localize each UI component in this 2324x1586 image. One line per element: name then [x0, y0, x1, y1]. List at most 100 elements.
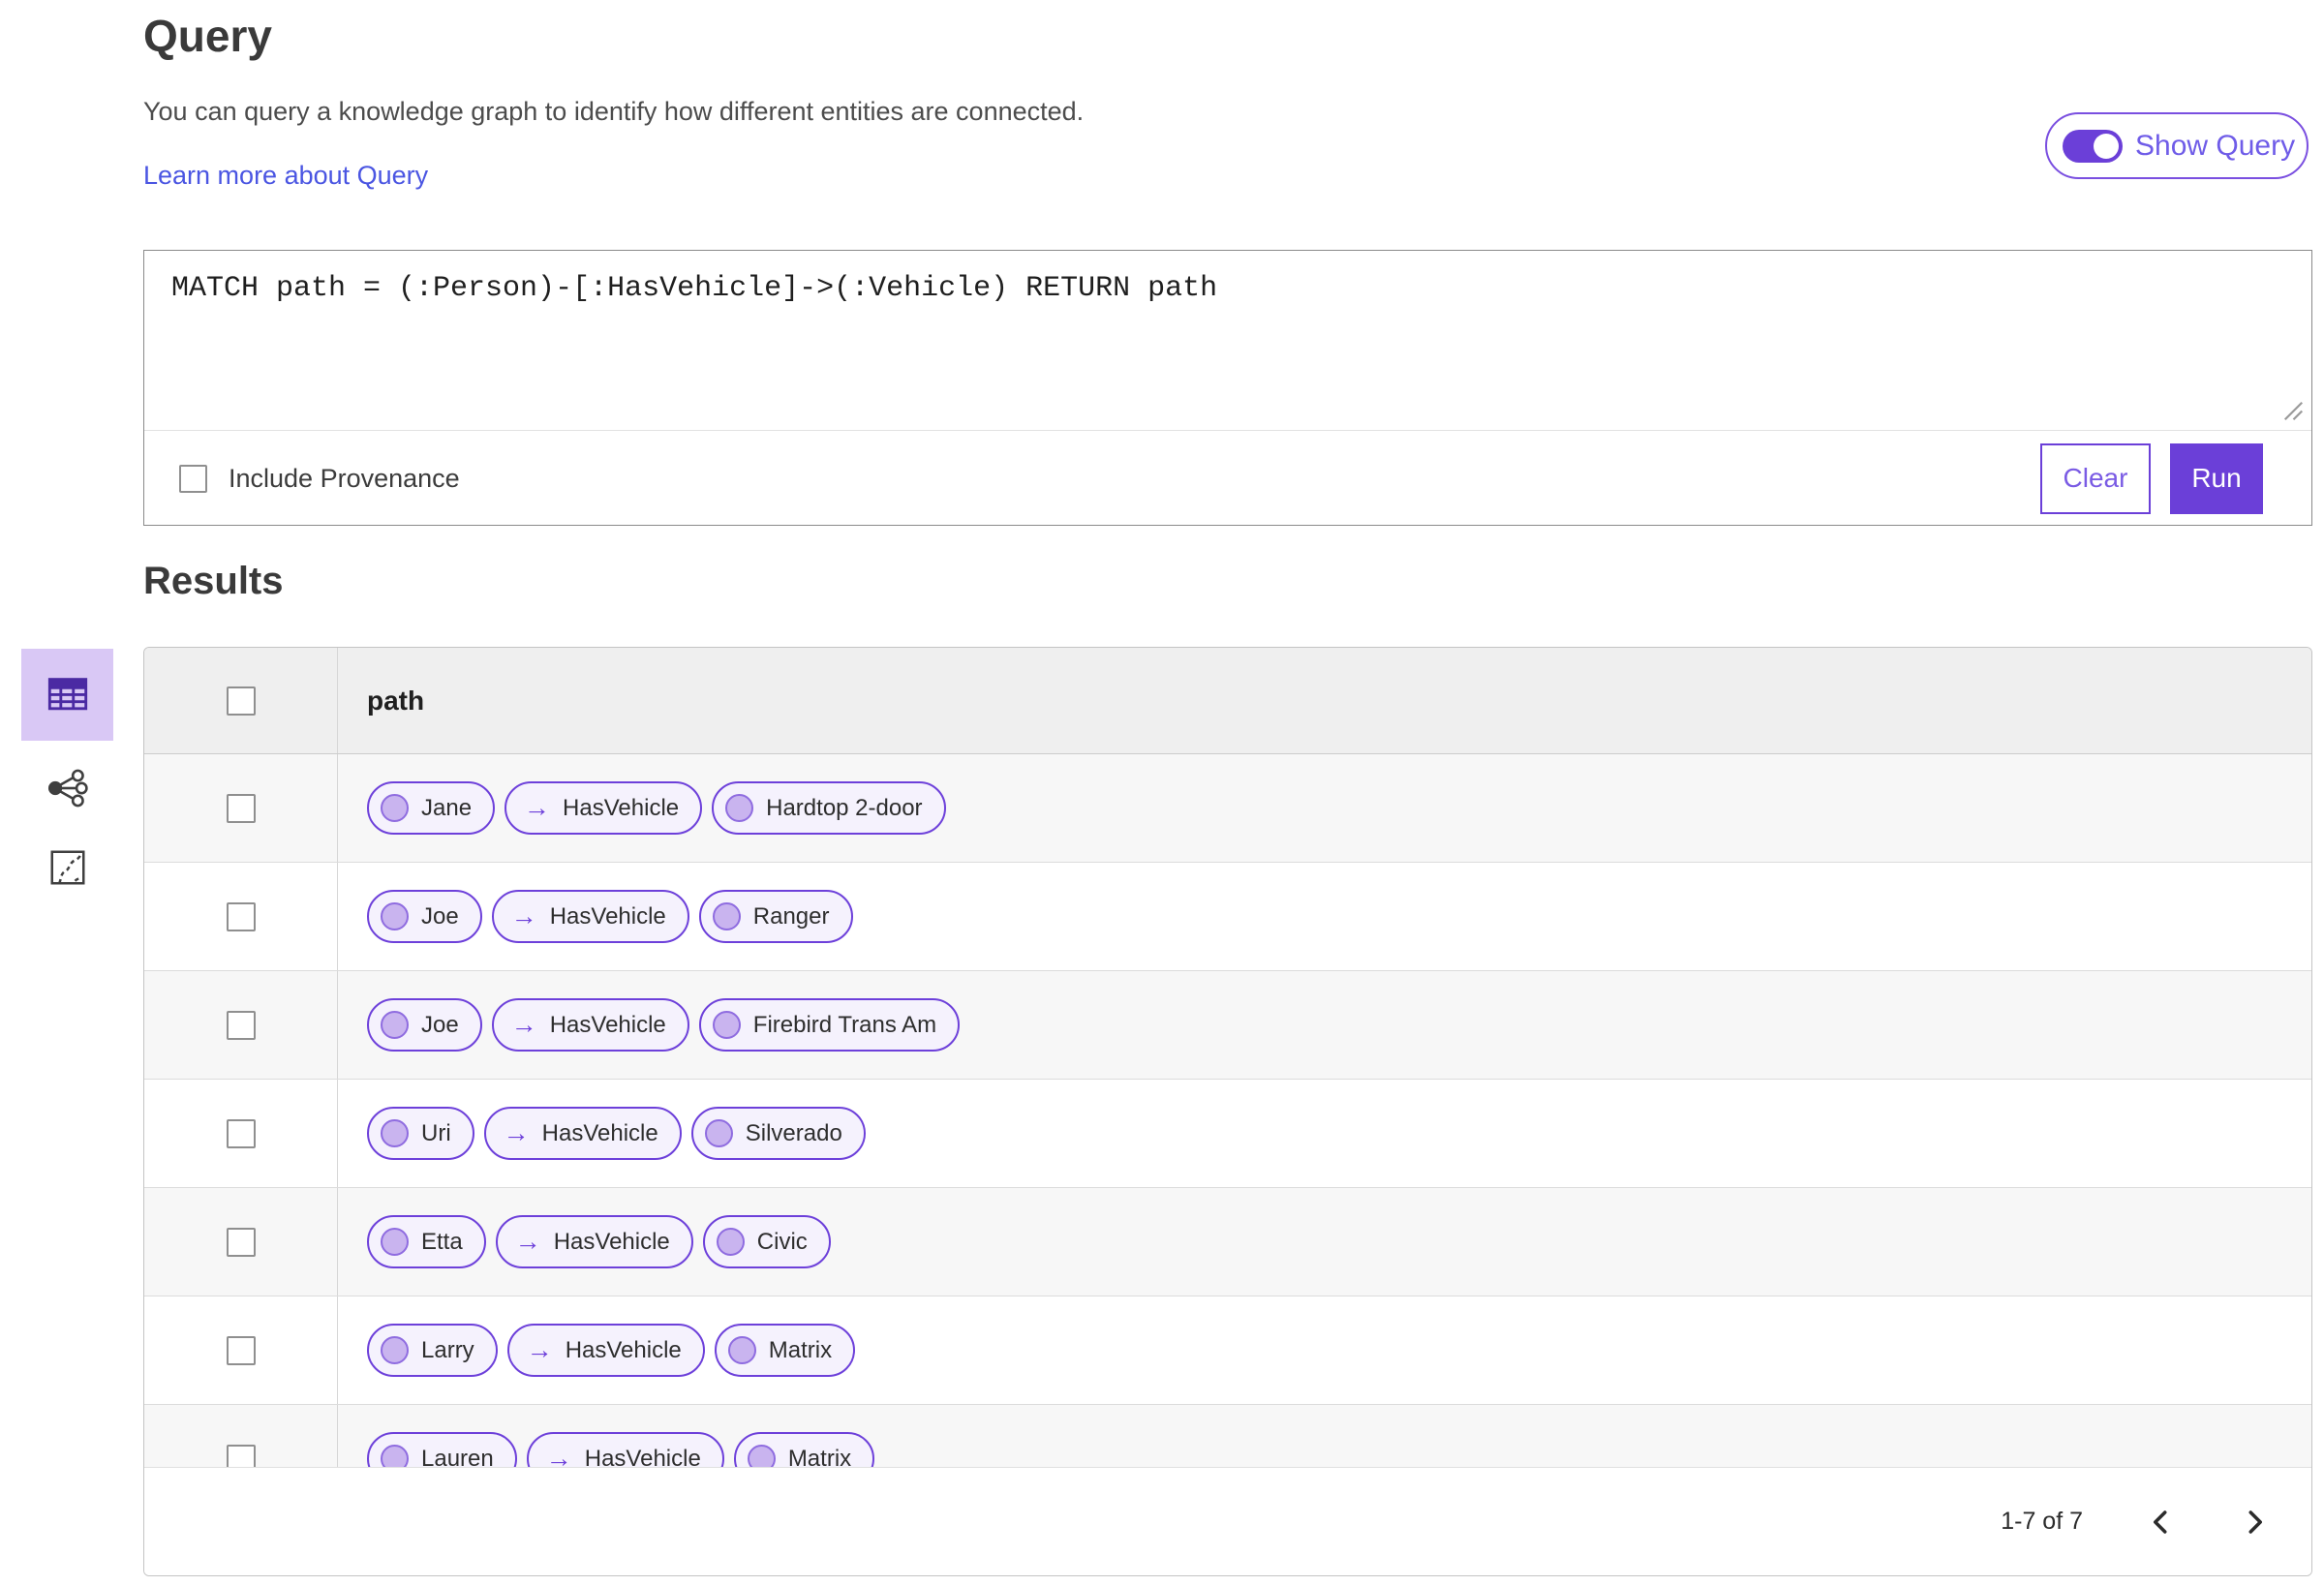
pagination-range-label: 1-7 of 7 — [2001, 1508, 2083, 1535]
relationship-pill[interactable]: → HasVehicle — [495, 1215, 693, 1268]
target-entity-pill[interactable]: Ranger — [698, 890, 853, 943]
query-input[interactable]: MATCH path = (:Person)-[:HasVehicle]->(:… — [144, 251, 2311, 431]
entity-pill[interactable]: Etta — [367, 1215, 486, 1268]
entity-label: Uri — [421, 1119, 451, 1146]
entity-pill[interactable]: Jane — [367, 781, 496, 835]
row-checkbox[interactable] — [226, 901, 256, 931]
relationship-arrow-icon: → — [524, 793, 551, 822]
target-entity-pill[interactable]: Matrix — [714, 1324, 856, 1377]
map-view-button[interactable] — [21, 838, 113, 900]
query-buttons: Clear Run — [2040, 442, 2263, 514]
row-checkbox-cell — [144, 1188, 338, 1296]
link-chart-view-button[interactable] — [21, 758, 113, 820]
path-column-header: path — [367, 685, 425, 716]
relationship-arrow-icon: → — [514, 1227, 541, 1256]
row-checkbox[interactable] — [226, 1227, 256, 1257]
table-row: Jane → HasVehicle Hardtop 2-door — [144, 754, 2311, 863]
path-cell: Etta → HasVehicle Civic — [338, 1188, 2311, 1296]
row-checkbox[interactable] — [226, 1444, 256, 1468]
relationship-pill[interactable]: → HasVehicle — [526, 1432, 724, 1469]
path-cell: Joe → HasVehicle Ranger — [338, 863, 2311, 970]
entity-label: Larry — [421, 1336, 474, 1363]
relationship-label: HasVehicle — [584, 1445, 701, 1469]
row-checkbox[interactable] — [226, 1118, 256, 1148]
relationship-arrow-icon: → — [510, 901, 537, 930]
run-button[interactable]: Run — [2170, 442, 2263, 514]
learn-more-link[interactable]: Learn more about Query — [143, 161, 428, 191]
relationship-arrow-icon: → — [510, 1010, 537, 1039]
relationship-pill[interactable]: → HasVehicle — [483, 1107, 682, 1160]
table-row: Uri → HasVehicle Silverado — [144, 1080, 2311, 1188]
row-checkbox-cell — [144, 863, 338, 970]
entity-node-icon — [712, 1011, 741, 1039]
clear-button[interactable]: Clear — [2040, 442, 2151, 514]
entity-pill[interactable]: Joe — [367, 890, 482, 943]
relationship-label: HasVehicle — [553, 1228, 670, 1255]
target-entity-pill[interactable]: Hardtop 2-door — [712, 781, 946, 835]
entity-node-icon — [381, 1119, 409, 1147]
entity-pill[interactable]: Joe — [367, 998, 482, 1052]
target-entity-pill[interactable]: Firebird Trans Am — [698, 998, 961, 1052]
entity-node-icon — [725, 794, 754, 822]
relationship-pill[interactable]: → HasVehicle — [506, 1324, 705, 1377]
path-cell: Lauren → HasVehicle Matrix — [338, 1405, 2311, 1468]
toggle-switch-icon[interactable] — [2063, 129, 2123, 163]
relationship-label: HasVehicle — [549, 902, 666, 930]
target-entity-pill[interactable]: Matrix — [733, 1432, 875, 1469]
target-entity-pill[interactable]: Civic — [702, 1215, 831, 1268]
entity-pill[interactable]: Uri — [367, 1107, 474, 1160]
chevron-right-icon — [2248, 1510, 2262, 1534]
entity-node-icon — [381, 1011, 409, 1039]
relationship-pill[interactable]: → HasVehicle — [491, 890, 689, 943]
relationship-label: HasVehicle — [541, 1119, 658, 1146]
entity-node-icon — [381, 1336, 409, 1364]
link-chart-view-icon — [46, 767, 89, 812]
target-entity-label: Silverado — [745, 1119, 842, 1146]
entity-node-icon — [381, 902, 409, 930]
header-checkbox-cell — [144, 648, 338, 753]
entity-pill[interactable]: Larry — [367, 1324, 498, 1377]
pagination-bar: 1-7 of 7 — [144, 1467, 2311, 1575]
target-entity-label: Matrix — [768, 1336, 833, 1363]
previous-page-button[interactable] — [2147, 1508, 2176, 1537]
table-header-row: path — [144, 648, 2311, 754]
row-checkbox-cell — [144, 971, 338, 1079]
row-checkbox-cell — [144, 1080, 338, 1187]
table-view-icon — [46, 671, 90, 718]
chevron-left-icon — [2154, 1510, 2167, 1534]
relationship-arrow-icon: → — [545, 1444, 572, 1469]
table-view-button[interactable] — [21, 649, 113, 741]
relationship-label: HasVehicle — [565, 1336, 682, 1363]
path-column-header-cell: path — [338, 648, 2311, 753]
results-rows: Jane → HasVehicle Hardtop 2-door Joe → H… — [144, 754, 2311, 1468]
resize-grip-icon[interactable] — [2277, 394, 2306, 428]
relationship-pill[interactable]: → HasVehicle — [505, 781, 703, 835]
results-title: Results — [143, 560, 284, 602]
query-description: You can query a knowledge graph to ident… — [143, 97, 1085, 126]
target-entity-label: Firebird Trans Am — [752, 1011, 937, 1038]
target-entity-label: Matrix — [787, 1445, 852, 1469]
next-page-button[interactable] — [2240, 1508, 2269, 1537]
path-cell: Larry → HasVehicle Matrix — [338, 1296, 2311, 1404]
row-checkbox[interactable] — [226, 1335, 256, 1365]
show-query-toggle[interactable]: Show Query — [2045, 112, 2309, 179]
entity-node-icon — [381, 1445, 409, 1468]
target-entity-label: Ranger — [752, 902, 830, 930]
entity-label: Joe — [421, 902, 459, 930]
path-cell: Joe → HasVehicle Firebird Trans Am — [338, 971, 2311, 1079]
entity-pill[interactable]: Lauren — [367, 1432, 517, 1468]
row-checkbox-cell — [144, 1405, 338, 1468]
relationship-pill[interactable]: → HasVehicle — [491, 998, 689, 1052]
map-view-icon — [48, 848, 87, 890]
target-entity-pill[interactable]: Silverado — [690, 1107, 866, 1160]
row-checkbox[interactable] — [226, 1010, 256, 1040]
table-row: Lauren → HasVehicle Matrix — [144, 1405, 2311, 1468]
select-all-checkbox[interactable] — [226, 686, 256, 716]
row-checkbox[interactable] — [226, 793, 256, 823]
relationship-arrow-icon: → — [503, 1118, 530, 1147]
query-editor-panel: MATCH path = (:Person)-[:HasVehicle]->(:… — [143, 250, 2312, 526]
include-provenance-checkbox[interactable] — [179, 464, 207, 493]
table-row: Joe → HasVehicle Ranger — [144, 863, 2311, 971]
page-title: Query — [143, 11, 272, 61]
entity-label: Jane — [421, 794, 473, 821]
